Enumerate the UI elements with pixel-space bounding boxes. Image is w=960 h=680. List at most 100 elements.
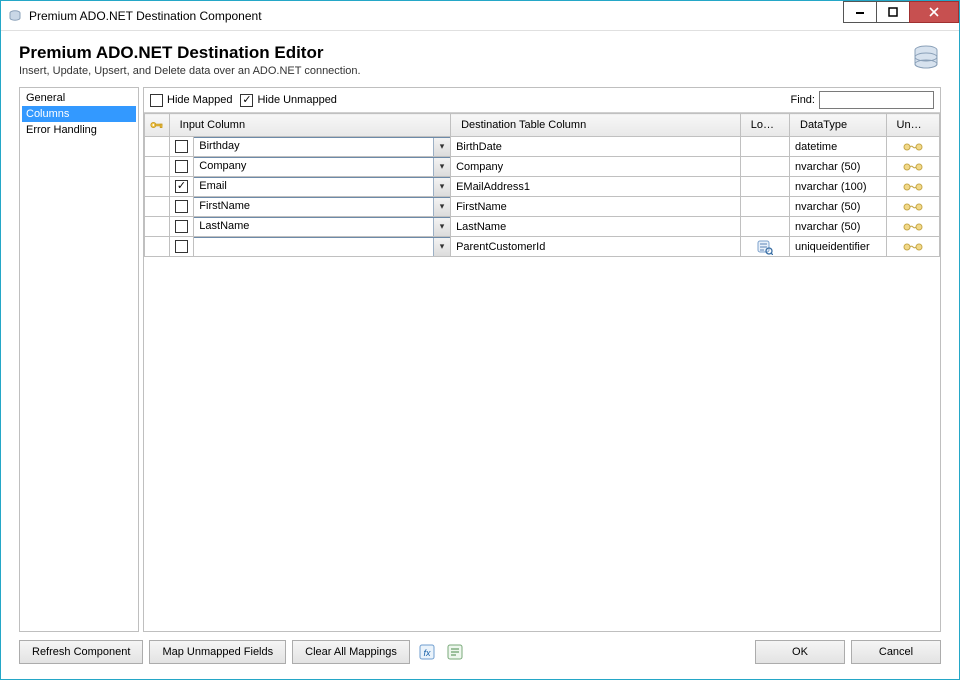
ok-button[interactable]: OK bbox=[755, 640, 845, 664]
chevron-down-icon[interactable]: ▾ bbox=[433, 198, 450, 216]
hide-unmapped-checkbox[interactable] bbox=[240, 94, 253, 107]
input-column-combo[interactable]: Email▾ bbox=[193, 177, 451, 197]
row-select-cell[interactable] bbox=[169, 217, 194, 237]
unmap-icon[interactable] bbox=[887, 237, 939, 256]
clear-all-mappings-button[interactable]: Clear All Mappings bbox=[292, 640, 410, 664]
chevron-down-icon[interactable]: ▾ bbox=[433, 138, 450, 156]
minimize-button[interactable] bbox=[843, 1, 877, 23]
lookup-cell bbox=[740, 217, 789, 237]
table-row: FirstName▾FirstName nvarchar (50) bbox=[145, 197, 940, 217]
cancel-button[interactable]: Cancel bbox=[851, 640, 941, 664]
key-cell bbox=[145, 237, 170, 257]
row-select-cell[interactable] bbox=[169, 197, 194, 217]
lookup-cell[interactable] bbox=[740, 237, 789, 257]
lookup-cell bbox=[740, 177, 789, 197]
unmap-icon[interactable] bbox=[887, 157, 939, 176]
chevron-down-icon[interactable]: ▾ bbox=[433, 178, 450, 196]
destination-column-cell: FirstName bbox=[451, 197, 741, 217]
refresh-component-button[interactable]: Refresh Component bbox=[19, 640, 143, 664]
input-column-combo[interactable]: Birthday▾ bbox=[193, 137, 451, 157]
window-frame: Premium ADO.NET Destination Component Pr… bbox=[0, 0, 960, 680]
table-row: Email▾EMailAddress1nvarchar (100) bbox=[145, 177, 940, 197]
destination-column-value: EMailAddress1 bbox=[451, 179, 740, 195]
unmap-icon[interactable] bbox=[887, 197, 939, 216]
lookup-cell bbox=[740, 157, 789, 177]
row-select-cell[interactable] bbox=[169, 137, 194, 157]
row-checkbox[interactable] bbox=[175, 200, 188, 213]
input-column-cell[interactable]: Email▾ bbox=[194, 177, 451, 197]
mapping-table: Input Column Destination Table Column Lo… bbox=[144, 113, 940, 257]
destination-column-cell: Company bbox=[451, 157, 741, 177]
unmap-icon[interactable] bbox=[887, 137, 939, 156]
footer-bar: Refresh Component Map Unmapped Fields Cl… bbox=[1, 632, 959, 664]
datatype-cell: nvarchar (50) bbox=[790, 217, 887, 237]
lookup-icon bbox=[741, 137, 789, 156]
input-column-cell[interactable]: FirstName▾ bbox=[194, 197, 451, 217]
row-checkbox[interactable] bbox=[175, 240, 188, 253]
destination-column-cell: LastName bbox=[451, 217, 741, 237]
input-column-cell[interactable]: ▾ bbox=[194, 237, 451, 257]
key-cell bbox=[145, 197, 170, 217]
key-cell bbox=[145, 217, 170, 237]
input-column-cell[interactable]: Company▾ bbox=[194, 157, 451, 177]
editor-header: Premium ADO.NET Destination Editor Inser… bbox=[1, 31, 959, 87]
chevron-down-icon[interactable]: ▾ bbox=[433, 238, 450, 256]
datatype-value: uniqueidentifier bbox=[790, 239, 886, 255]
table-row: ▾ParentCustomerIduniqueidentifier bbox=[145, 237, 940, 257]
lookup-cell bbox=[740, 137, 789, 157]
input-column-combo[interactable]: LastName▾ bbox=[193, 217, 451, 237]
chevron-down-icon[interactable]: ▾ bbox=[433, 158, 450, 176]
unmap-cell[interactable] bbox=[886, 137, 939, 157]
map-unmapped-fields-button[interactable]: Map Unmapped Fields bbox=[149, 640, 286, 664]
find-label: Find: bbox=[791, 94, 815, 106]
unmap-cell[interactable] bbox=[886, 157, 939, 177]
unmap-cell[interactable] bbox=[886, 217, 939, 237]
col-header-destination[interactable]: Destination Table Column bbox=[451, 114, 741, 137]
unmap-cell[interactable] bbox=[886, 197, 939, 217]
input-column-cell[interactable]: LastName▾ bbox=[194, 217, 451, 237]
unmap-cell[interactable] bbox=[886, 237, 939, 257]
col-header-datatype[interactable]: DataType bbox=[790, 114, 887, 137]
window-title: Premium ADO.NET Destination Component bbox=[29, 9, 262, 23]
sidebar-item-error-handling[interactable]: Error Handling bbox=[22, 122, 136, 138]
row-checkbox[interactable] bbox=[175, 220, 188, 233]
input-column-value: LastName bbox=[194, 218, 433, 236]
expression-fx-button[interactable]: fx bbox=[416, 641, 438, 663]
script-button[interactable] bbox=[444, 641, 466, 663]
unmap-icon[interactable] bbox=[887, 177, 939, 196]
unmap-cell[interactable] bbox=[886, 177, 939, 197]
input-column-combo[interactable]: ▾ bbox=[193, 237, 451, 257]
col-header-lookup[interactable]: Lookup bbox=[740, 114, 789, 137]
chevron-down-icon[interactable]: ▾ bbox=[433, 218, 450, 236]
unmap-icon[interactable] bbox=[887, 217, 939, 236]
input-column-value bbox=[194, 238, 433, 256]
row-checkbox[interactable] bbox=[175, 180, 188, 193]
input-column-combo[interactable]: FirstName▾ bbox=[193, 197, 451, 217]
destination-column-value: BirthDate bbox=[451, 139, 740, 155]
close-button[interactable] bbox=[909, 1, 959, 23]
key-cell bbox=[145, 137, 170, 157]
row-select-cell[interactable] bbox=[169, 157, 194, 177]
find-input[interactable] bbox=[819, 91, 934, 109]
hide-mapped-checkbox[interactable] bbox=[150, 94, 163, 107]
sidebar-item-columns[interactable]: Columns bbox=[22, 106, 136, 122]
input-column-value: Company bbox=[194, 158, 433, 176]
page-title: Premium ADO.NET Destination Editor bbox=[19, 43, 911, 63]
sidebar-item-general[interactable]: General bbox=[22, 90, 136, 106]
row-select-cell[interactable] bbox=[169, 177, 194, 197]
lookup-icon[interactable] bbox=[741, 237, 789, 256]
row-select-cell[interactable] bbox=[169, 237, 194, 257]
window-controls bbox=[844, 1, 959, 30]
table-row: Company▾Companynvarchar (50) bbox=[145, 157, 940, 177]
maximize-button[interactable] bbox=[876, 1, 910, 23]
row-checkbox[interactable] bbox=[175, 160, 188, 173]
datatype-value: nvarchar (50) bbox=[790, 199, 886, 215]
input-column-cell[interactable]: Birthday▾ bbox=[194, 137, 451, 157]
col-header-unmap[interactable]: Unmap bbox=[886, 114, 939, 137]
col-header-key[interactable] bbox=[145, 114, 170, 137]
input-column-combo[interactable]: Company▾ bbox=[193, 157, 451, 177]
col-header-input[interactable]: Input Column bbox=[169, 114, 450, 137]
row-checkbox[interactable] bbox=[175, 140, 188, 153]
input-column-value: Email bbox=[194, 178, 433, 196]
destination-column-cell: EMailAddress1 bbox=[451, 177, 741, 197]
